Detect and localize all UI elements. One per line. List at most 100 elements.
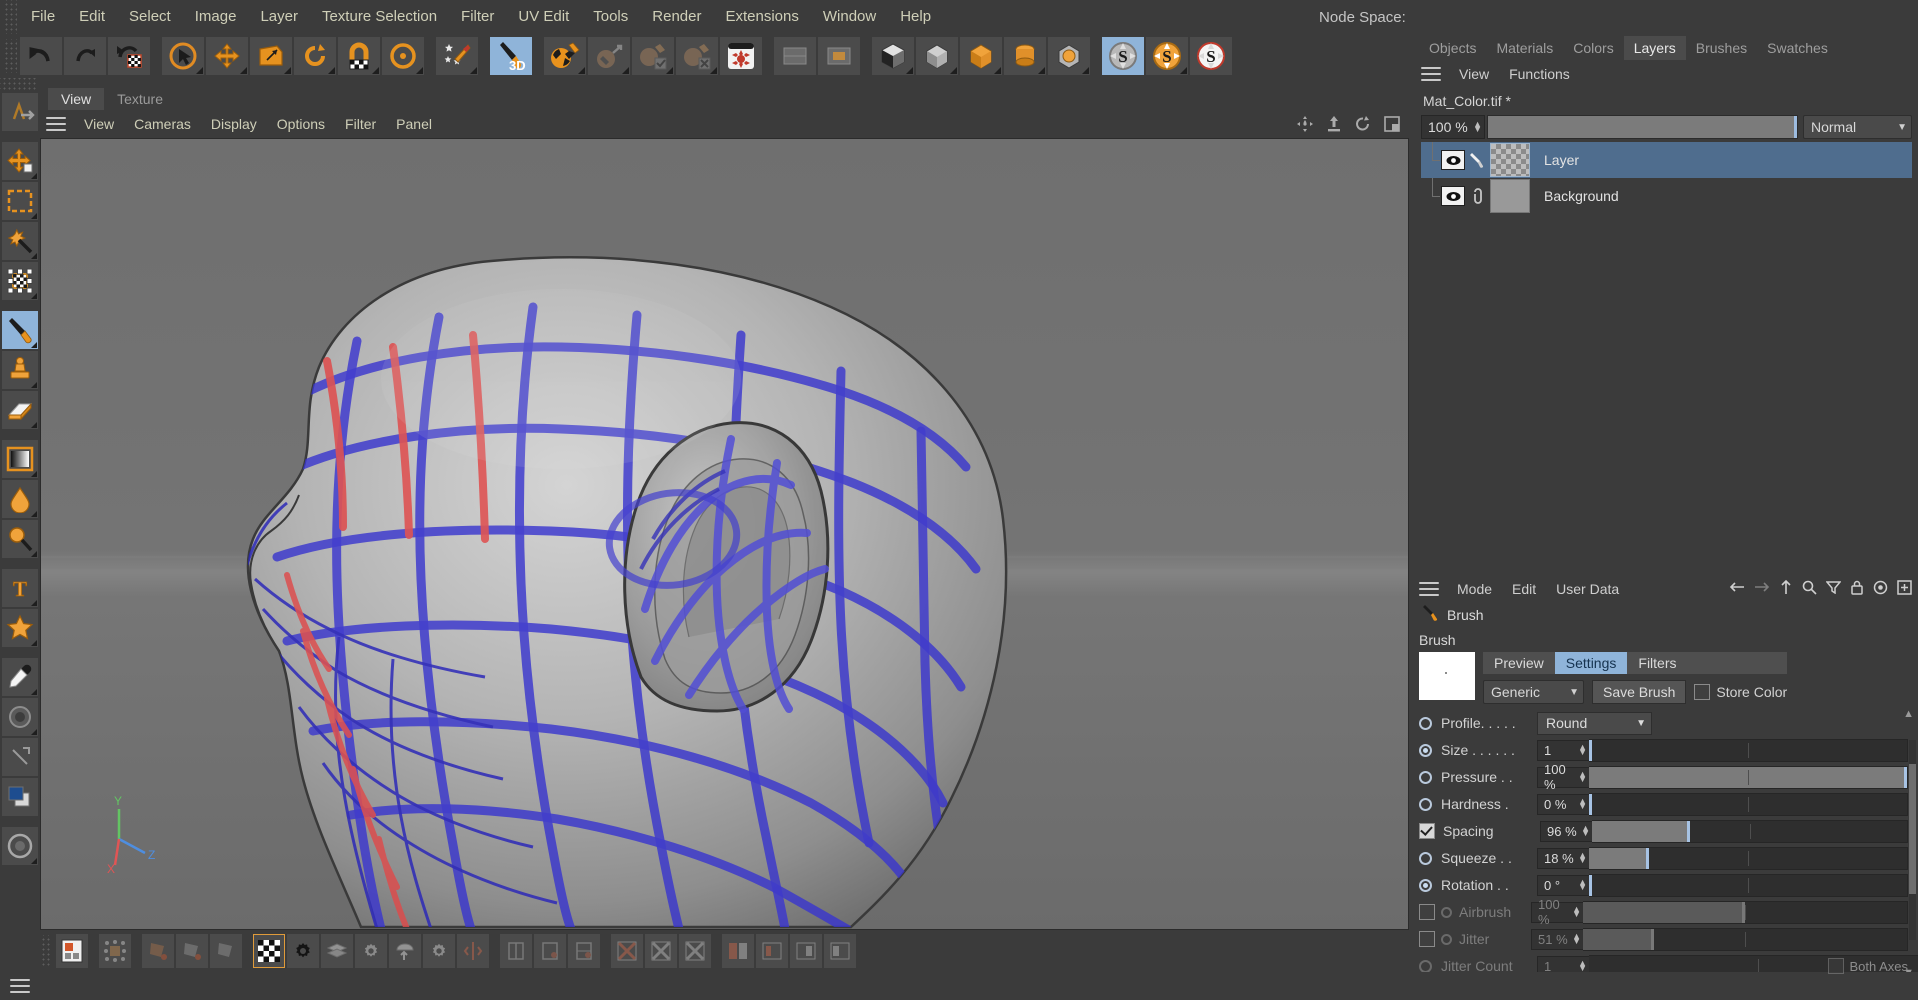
forward-arrow-icon[interactable] — [1754, 580, 1770, 598]
size-slider[interactable] — [1589, 738, 1908, 762]
texture-view-button[interactable] — [55, 933, 89, 969]
uv-points-button[interactable] — [175, 933, 209, 969]
color-wheel-icon[interactable] — [1, 697, 39, 737]
checker-pattern-button[interactable] — [252, 933, 286, 969]
back-arrow-icon[interactable] — [1729, 580, 1745, 598]
paint-setup-wizard-button[interactable] — [435, 36, 479, 76]
spinner-icon[interactable]: ▲ ▼ — [1578, 770, 1587, 784]
layer-thumbnail[interactable] — [1490, 143, 1530, 177]
clone-stamp-button[interactable] — [1, 350, 39, 390]
slider-knob[interactable] — [1589, 739, 1592, 761]
layer-opacity-slider[interactable] — [1487, 115, 1798, 139]
redo-button[interactable] — [63, 36, 107, 76]
mirror-axis-button[interactable] — [456, 933, 490, 969]
pressure-field[interactable]: 100 % ▲ ▼ — [1537, 762, 1589, 792]
jitter-radio[interactable] — [1441, 933, 1452, 945]
slider-knob[interactable] — [1589, 793, 1592, 815]
tab-layers[interactable]: Layers — [1623, 36, 1686, 60]
layers-stack-button[interactable] — [320, 933, 354, 969]
texture-move-button[interactable] — [587, 36, 631, 76]
up-arrow-icon[interactable] — [1779, 579, 1793, 599]
uv-cut-c-button[interactable] — [678, 933, 712, 969]
menu-image[interactable]: Image — [183, 0, 249, 34]
uv-optimal-button[interactable] — [567, 933, 601, 969]
viewport-menu-options[interactable]: Options — [267, 110, 335, 138]
slider-knob[interactable] — [1589, 874, 1592, 896]
projection-button[interactable] — [388, 933, 422, 969]
brush-preset-dropdown[interactable]: Generic ▼ — [1483, 680, 1584, 704]
rotation-field[interactable]: 0 ° ▲ ▼ — [1537, 874, 1589, 896]
eyedropper-icon[interactable] — [1, 657, 39, 697]
uv-cut-b-button[interactable] — [644, 933, 678, 969]
squeeze-radio[interactable] — [1419, 851, 1432, 865]
cylinder-button[interactable] — [1003, 36, 1047, 76]
rotation-slider[interactable] — [1589, 873, 1908, 897]
viewport-tab-texture[interactable]: Texture — [104, 88, 176, 110]
brush-tab-filters[interactable]: Filters — [1627, 652, 1687, 674]
target-icon[interactable] — [1873, 580, 1888, 599]
scale-view-icon[interactable] — [1325, 115, 1343, 133]
eraser-button[interactable] — [1, 390, 39, 430]
viewport-menu-display[interactable]: Display — [201, 110, 267, 138]
airbrush-radio[interactable] — [1441, 906, 1452, 918]
flat-shading-button[interactable] — [773, 36, 817, 76]
brush-tab-preview[interactable]: Preview — [1483, 652, 1555, 674]
search-icon[interactable] — [1802, 580, 1817, 599]
sphere-cube-button[interactable] — [1047, 36, 1091, 76]
hamburger-icon[interactable] — [46, 117, 66, 131]
menu-extensions[interactable]: Extensions — [713, 0, 810, 34]
droplet-icon[interactable] — [1, 479, 39, 519]
move-tool-button[interactable] — [205, 36, 249, 76]
mask-circle-icon[interactable] — [1, 826, 39, 866]
hamburger-icon[interactable] — [1419, 582, 1439, 596]
both-axes-checkbox[interactable] — [1828, 958, 1845, 974]
uv-pack-b-button[interactable] — [823, 933, 857, 969]
filter-icon[interactable] — [1825, 580, 1842, 598]
pressure-radio[interactable] — [1419, 770, 1432, 784]
layers-settings-button[interactable] — [354, 933, 388, 969]
layer-visibility-toggle[interactable] — [1441, 150, 1465, 170]
magnet-snap-button[interactable] — [337, 36, 381, 76]
uv-flip-button[interactable] — [499, 933, 533, 969]
tab-objects[interactable]: Objects — [1419, 36, 1486, 60]
uv-cut-a-button[interactable] — [610, 933, 644, 969]
menu-uv-edit[interactable]: UV Edit — [506, 0, 581, 34]
viewport-menu-cameras[interactable]: Cameras — [124, 110, 201, 138]
layers-menu-functions[interactable]: Functions — [1499, 60, 1580, 88]
bottom-toolbar-grip[interactable] — [40, 935, 52, 967]
scale-tool-button[interactable] — [249, 36, 293, 76]
attribute-menu-mode[interactable]: Mode — [1447, 575, 1502, 603]
magic-wand-button[interactable] — [1, 221, 39, 261]
move-view-icon[interactable] — [1296, 115, 1314, 133]
layer-paint-badge-icon[interactable] — [1468, 152, 1487, 169]
slider-knob[interactable] — [1646, 847, 1650, 869]
scrollbar-thumb[interactable] — [1909, 764, 1916, 894]
jitter-checkbox[interactable] — [1419, 931, 1435, 947]
menu-edit[interactable]: Edit — [67, 0, 117, 34]
projection-settings-button[interactable] — [422, 933, 456, 969]
size-radio[interactable] — [1419, 743, 1432, 757]
undo-button[interactable] — [19, 36, 63, 76]
uv-mesh-button[interactable] — [98, 933, 132, 969]
spinner-icon[interactable]: ▲ ▼ — [1578, 878, 1587, 892]
attribute-menu-user-data[interactable]: User Data — [1546, 575, 1629, 603]
rotation-radio[interactable] — [1419, 878, 1432, 892]
transform-texture-button[interactable] — [1, 261, 39, 301]
uv-pack-a-button[interactable] — [789, 933, 823, 969]
menu-filter[interactable]: Filter — [449, 0, 506, 34]
paint-3d-toggle-button[interactable]: 3D — [489, 36, 533, 76]
squeeze-slider[interactable] — [1589, 846, 1908, 870]
rail-grip[interactable] — [0, 78, 38, 92]
uv-polygons-button[interactable] — [141, 933, 175, 969]
blend-mode-dropdown[interactable]: Normal ▼ — [1803, 115, 1912, 139]
hardness-radio[interactable] — [1419, 797, 1432, 811]
lock-icon[interactable] — [1850, 580, 1864, 599]
spacing-slider[interactable] — [1592, 819, 1908, 843]
brush-preview-swatch[interactable] — [1419, 652, 1475, 700]
rotate-view-icon[interactable] — [1354, 115, 1372, 133]
text-tool-button[interactable]: T — [1, 568, 39, 608]
spacing-field[interactable]: 96 % ▲ ▼ — [1540, 820, 1592, 842]
profile-select[interactable]: Round ▼ — [1537, 711, 1652, 735]
viewport-menu-filter[interactable]: Filter — [335, 110, 386, 138]
tab-brushes[interactable]: Brushes — [1686, 36, 1757, 60]
